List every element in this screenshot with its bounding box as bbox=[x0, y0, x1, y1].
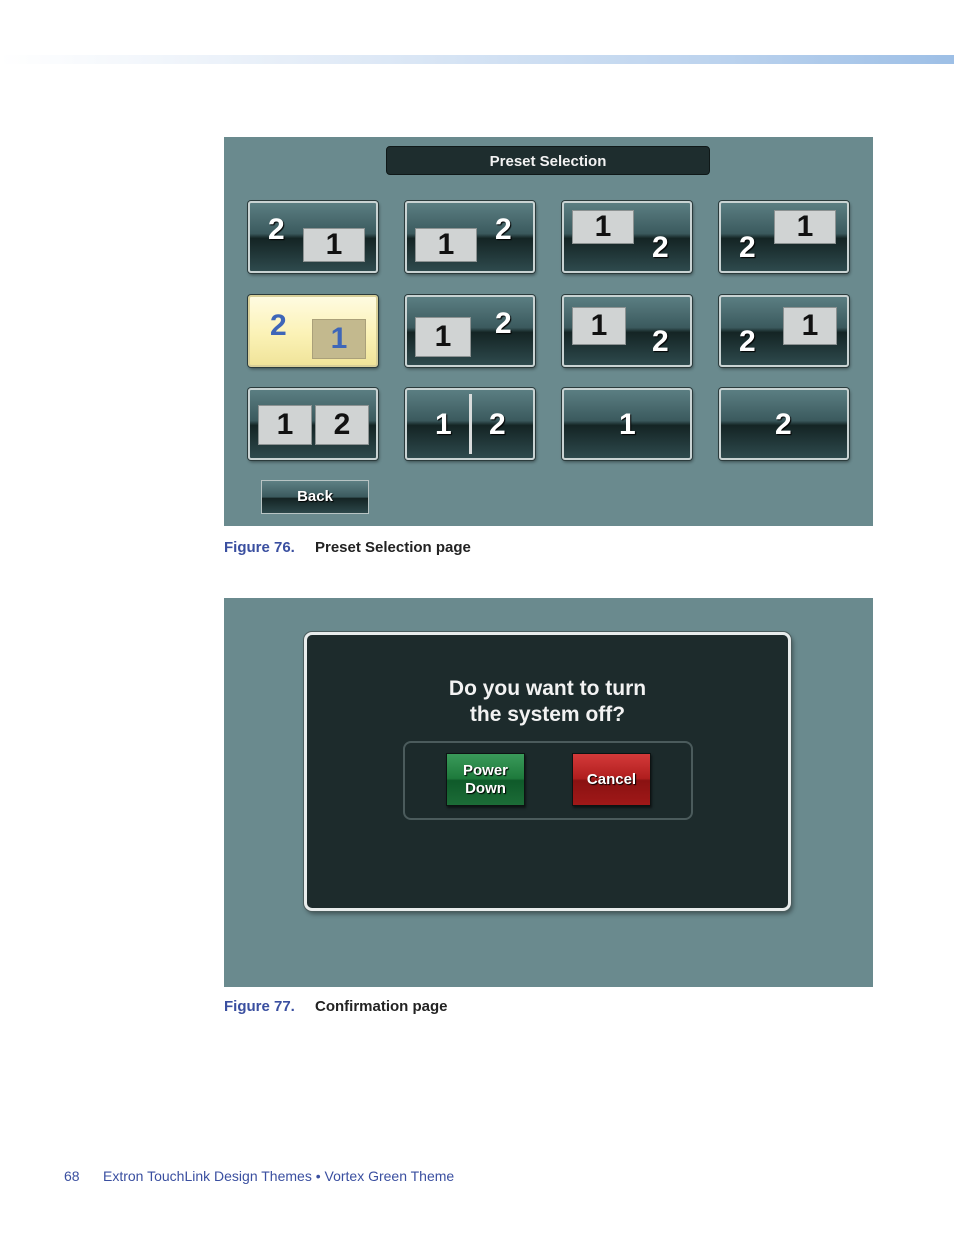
dialog-question-line-1: Do you want to turn bbox=[448, 677, 647, 700]
power-down-button[interactable]: Power Down bbox=[446, 753, 525, 806]
figure-caption-text: Preset Selection page bbox=[315, 539, 471, 556]
tile-number: 2 bbox=[268, 213, 285, 246]
tile-number: 2 bbox=[739, 231, 756, 264]
tile-window-box: 1 bbox=[774, 210, 836, 244]
page-number: 68 bbox=[64, 1168, 80, 1184]
figure-caption-text: Confirmation page bbox=[315, 998, 448, 1015]
tile-number-left: 1 bbox=[435, 408, 452, 441]
tile-number: 2 bbox=[739, 325, 756, 358]
tile-number-right: 2 bbox=[489, 408, 506, 441]
confirmation-screenshot: Do you want to turn the system off? Powe… bbox=[224, 598, 873, 987]
tile-window-box: 1 bbox=[572, 307, 626, 345]
power-down-label-line-1: Power bbox=[462, 762, 508, 779]
back-button[interactable]: Back bbox=[261, 480, 369, 514]
figure-label: Figure 76. bbox=[224, 539, 295, 556]
tile-window-box-right: 2 bbox=[315, 405, 369, 445]
figure-76-caption: Figure 76. Preset Selection page bbox=[224, 539, 471, 556]
tile-divider bbox=[469, 394, 472, 454]
figure-77-caption: Figure 77. Confirmation page bbox=[224, 998, 448, 1015]
preset-tile-4[interactable]: 2 1 bbox=[719, 201, 849, 273]
tile-window-box: 1 bbox=[415, 317, 471, 357]
dialog-button-group: Power Down Cancel bbox=[403, 741, 693, 820]
preset-selection-screenshot: Preset Selection 2 1 1 2 1 2 2 1 2 1 1 2… bbox=[224, 137, 873, 526]
preset-tile-2[interactable]: 1 2 bbox=[405, 201, 535, 273]
preset-tile-9[interactable]: 1 2 bbox=[248, 388, 378, 460]
header-gradient-bar bbox=[0, 55, 954, 64]
page-title: Preset Selection bbox=[386, 146, 710, 175]
preset-tile-12[interactable]: 2 bbox=[719, 388, 849, 460]
tile-window-box: 1 bbox=[312, 319, 366, 359]
preset-tile-3[interactable]: 1 2 bbox=[562, 201, 692, 273]
tile-number: 2 bbox=[495, 307, 512, 340]
preset-tile-10[interactable]: 1 2 bbox=[405, 388, 535, 460]
tile-number: 2 bbox=[652, 325, 669, 358]
preset-tile-5-selected[interactable]: 2 1 bbox=[248, 295, 378, 367]
footer-doc-title: Extron TouchLink Design Themes • Vortex … bbox=[103, 1168, 455, 1184]
tile-number: 2 bbox=[652, 231, 669, 264]
preset-tile-1[interactable]: 2 1 bbox=[248, 201, 378, 273]
tile-window-box: 1 bbox=[303, 228, 365, 262]
preset-tile-7[interactable]: 1 2 bbox=[562, 295, 692, 367]
preset-tile-8[interactable]: 2 1 bbox=[719, 295, 849, 367]
tile-number: 2 bbox=[270, 309, 287, 342]
cancel-button[interactable]: Cancel bbox=[572, 753, 651, 806]
preset-tile-6[interactable]: 1 2 bbox=[405, 295, 535, 367]
preset-tile-11[interactable]: 1 bbox=[562, 388, 692, 460]
figure-label: Figure 77. bbox=[224, 998, 295, 1015]
confirmation-dialog: Do you want to turn the system off? Powe… bbox=[304, 632, 791, 911]
dialog-question-line-2: the system off? bbox=[469, 703, 626, 726]
tile-window-box: 1 bbox=[783, 307, 837, 345]
tile-number: 2 bbox=[775, 408, 792, 441]
tile-window-box: 1 bbox=[415, 228, 477, 262]
power-down-label-line-2: Down bbox=[465, 780, 506, 797]
tile-window-box: 1 bbox=[572, 210, 634, 244]
tile-window-box-left: 1 bbox=[258, 405, 312, 445]
tile-number: 2 bbox=[495, 213, 512, 246]
tile-number: 1 bbox=[619, 408, 636, 441]
